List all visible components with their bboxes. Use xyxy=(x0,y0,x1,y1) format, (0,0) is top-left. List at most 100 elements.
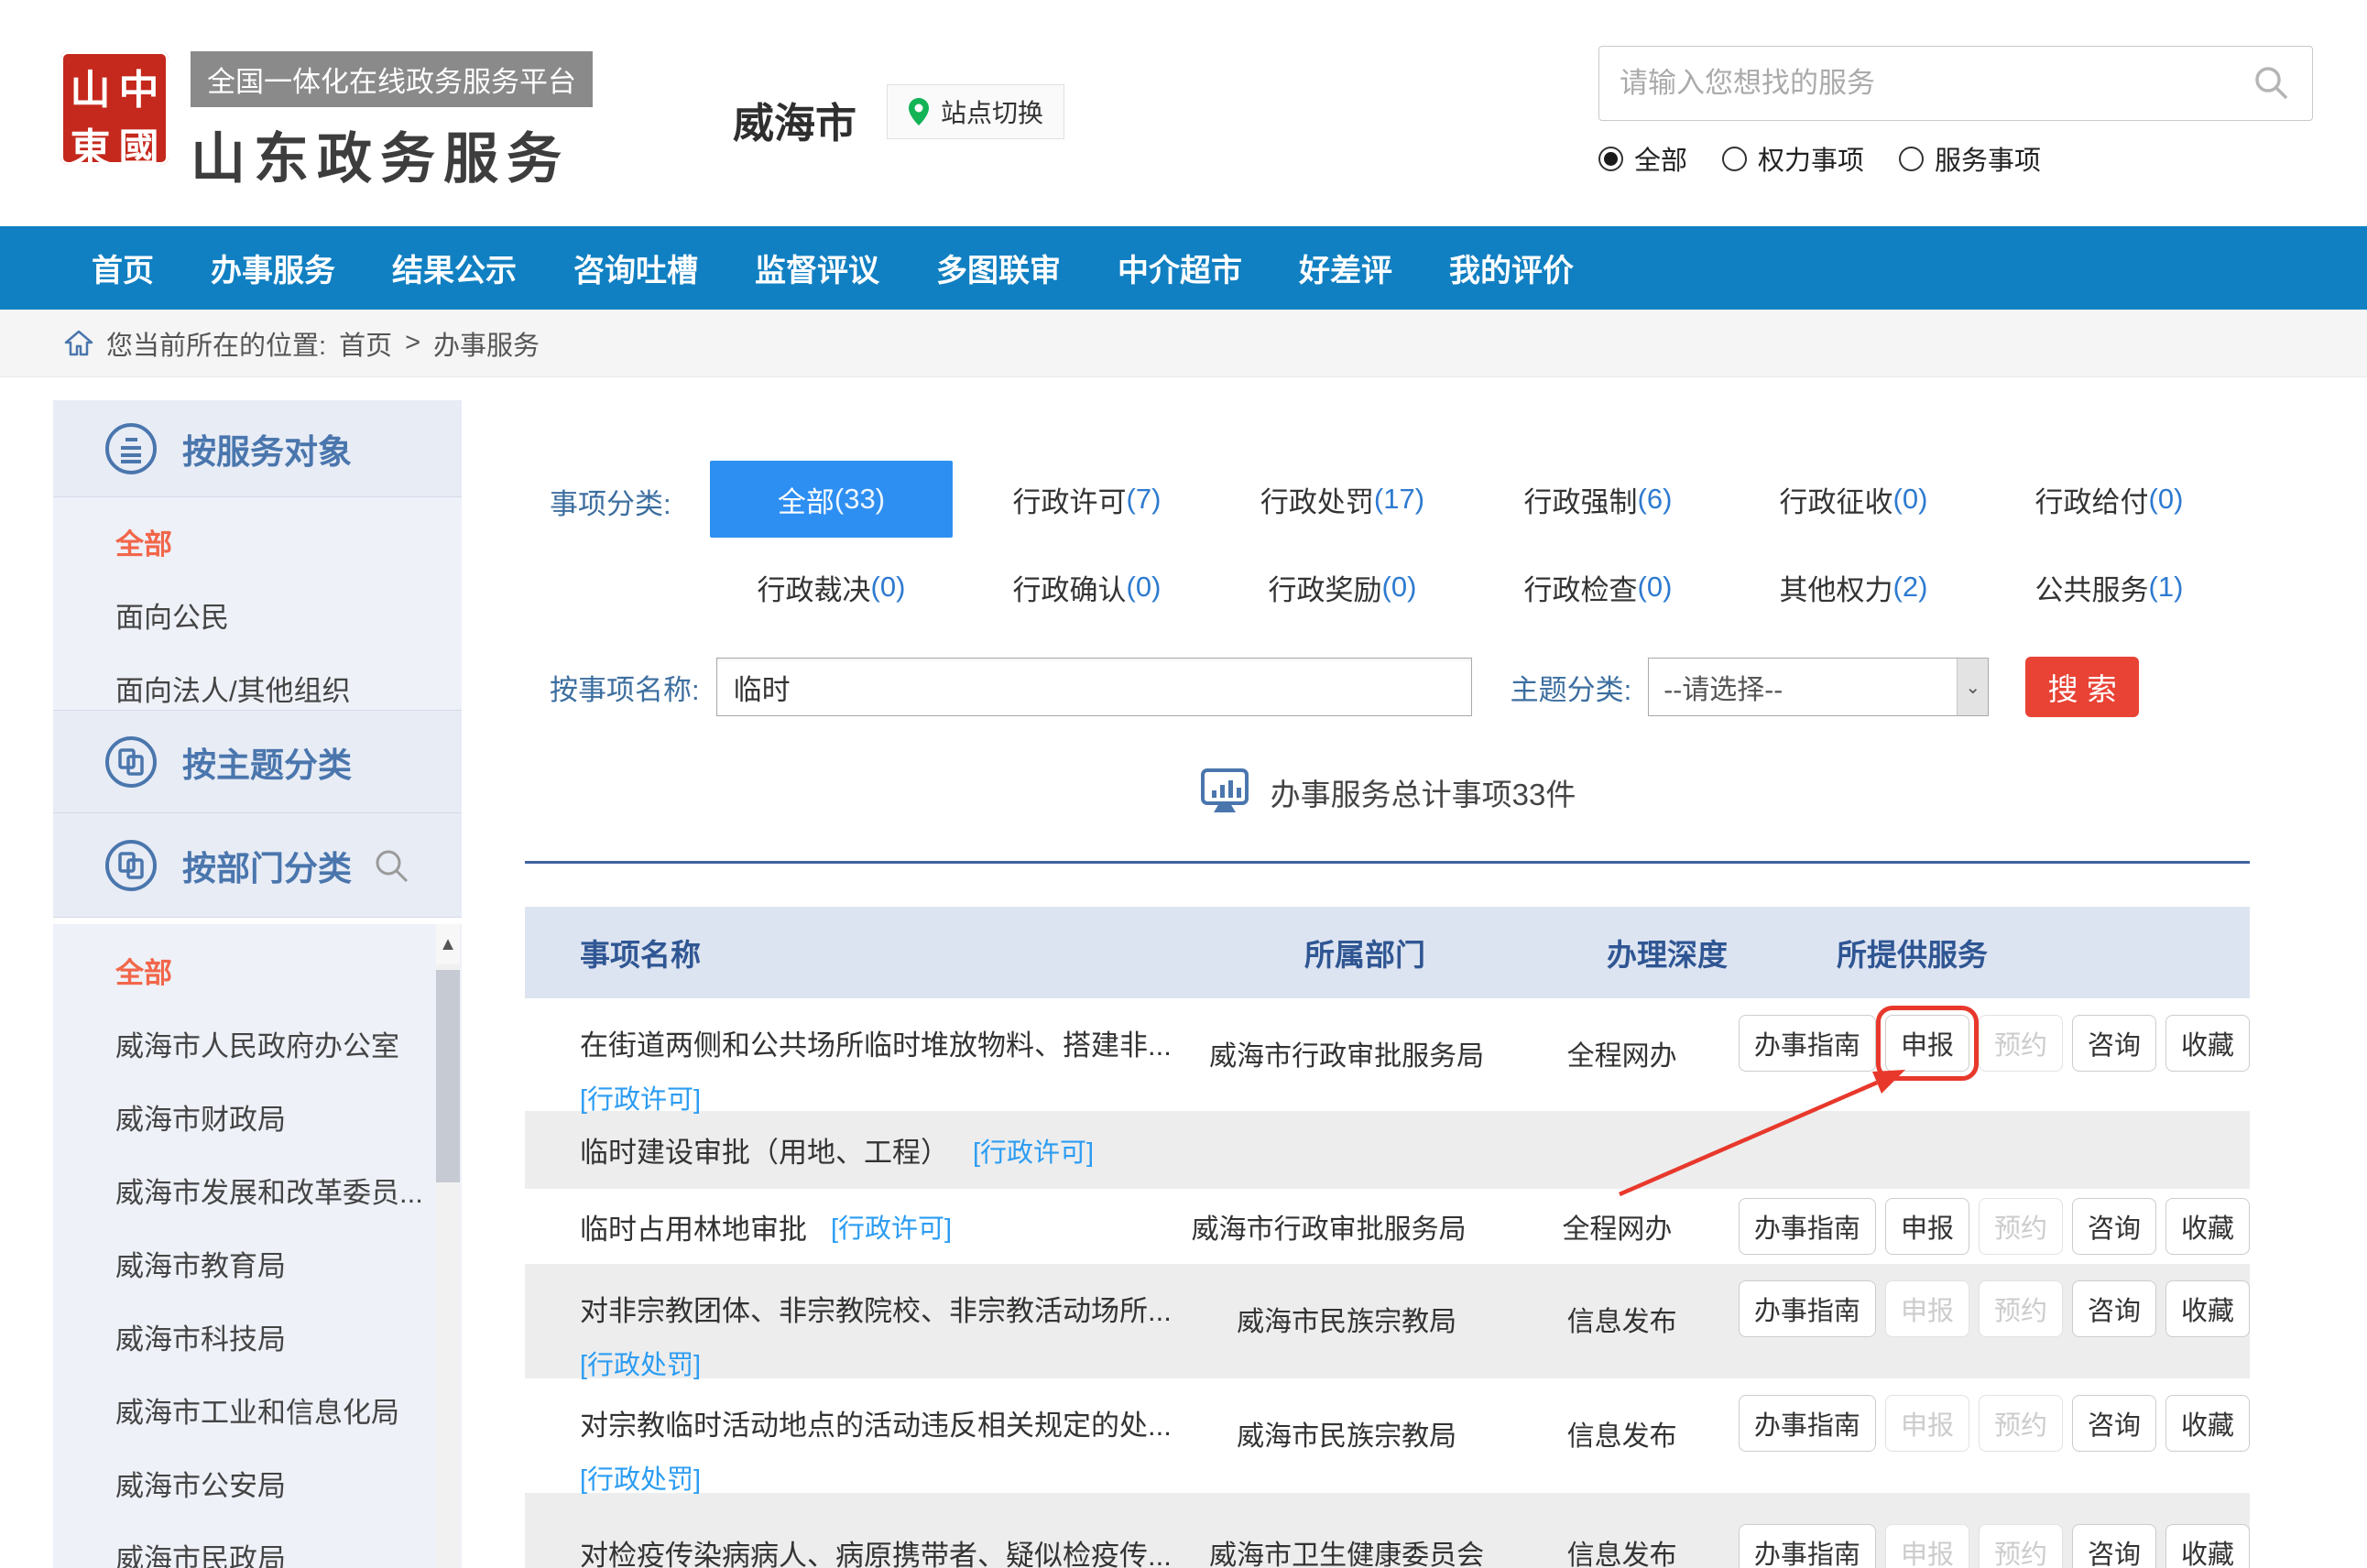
item-name-link[interactable]: 对非宗教团体、非宗教院校、非宗教活动场所... xyxy=(580,1288,1172,1329)
item-name-link[interactable]: 在街道两侧和公共场所临时堆放物料、搭建非... xyxy=(580,1022,1172,1063)
sidebar-item[interactable]: 威海市民政局 xyxy=(53,1523,462,1568)
item-name-input[interactable] xyxy=(716,658,1472,716)
item-depth: 信息发布 xyxy=(1522,1493,1722,1568)
sidebar-section-title: 按部门分类 xyxy=(182,841,352,890)
seal-char: 中 xyxy=(119,57,159,115)
item-name-cell: 临时占用林地审批 [行政许可] xyxy=(525,1189,1145,1264)
filter-tab[interactable]: 其他权力(2) xyxy=(1732,560,1975,615)
search-submit-button[interactable]: 搜 索 xyxy=(2025,657,2139,717)
scrollbar-up-arrow[interactable]: ▲ xyxy=(436,924,460,964)
filter-tab[interactable]: 行政征收(0) xyxy=(1732,461,1975,538)
sidebar-item[interactable]: 威海市公安局 xyxy=(53,1450,462,1523)
filter-tab[interactable]: 公共服务(1) xyxy=(1988,560,2231,615)
table-rows: 在街道两侧和公共场所临时堆放物料、搭建非... [行政许可] 威海市行政审批服务… xyxy=(525,998,2250,1568)
filter-tab-count: (0) xyxy=(871,571,906,604)
search-scope-radio[interactable]: 权力事项 xyxy=(1722,139,1864,178)
sidebar: 按服务对象 全部面向公民面向法人/其他组织 按主题分类 按部门分类 全部威海市 xyxy=(53,400,462,1568)
sidebar-item[interactable]: 威海市发展和改革委员... xyxy=(53,1157,462,1230)
sidebar-item[interactable]: 威海市工业和信息化局 xyxy=(53,1377,462,1450)
department-scrollbar[interactable]: ▲ xyxy=(436,924,460,1568)
search-scope-radio[interactable]: 服务事项 xyxy=(1899,139,2041,178)
nav-item[interactable]: 办事服务 xyxy=(211,245,335,290)
page: 山 中 東 國 全国一体化在线政务服务平台 山东政务服务 威海市 站点切换 xyxy=(0,0,2367,1568)
nav-item[interactable]: 多图联审 xyxy=(936,245,1061,290)
item-department: 威海市民族宗教局 xyxy=(1172,1378,1522,1493)
filter-tab[interactable]: 行政给付(0) xyxy=(1988,461,2231,538)
favorite-button[interactable]: 收藏 xyxy=(2165,1524,2250,1568)
breadcrumb-home-link[interactable]: 首页 xyxy=(339,324,392,363)
filter-tab[interactable]: 行政强制(6) xyxy=(1477,461,1719,538)
guide-button[interactable]: 办事指南 xyxy=(1739,1198,1876,1255)
search-icon[interactable] xyxy=(2252,63,2292,103)
filter-tab[interactable]: 行政处罚(17) xyxy=(1221,461,1464,538)
breadcrumb-prefix: 您当前所在的位置: xyxy=(106,324,326,363)
favorite-button[interactable]: 收藏 xyxy=(2165,1015,2250,1072)
filter-category-label: 事项分类: xyxy=(550,481,671,522)
scrollbar-thumb[interactable] xyxy=(436,970,460,1182)
filter-tab-count: (0) xyxy=(1382,571,1417,604)
filter-tab[interactable]: 行政许可(7) xyxy=(965,461,1208,538)
sidebar-item[interactable]: 威海市财政局 xyxy=(53,1083,462,1157)
sidebar-section-theme[interactable]: 按主题分类 xyxy=(53,711,462,813)
guide-button[interactable]: 办事指南 xyxy=(1739,1015,1876,1072)
filter-tab-label: 其他权力 xyxy=(1780,567,1893,608)
sidebar-item[interactable]: 面向公民 xyxy=(53,582,462,655)
item-category-link[interactable]: [行政处罚] xyxy=(580,1351,701,1380)
favorite-button[interactable]: 收藏 xyxy=(2165,1395,2250,1452)
overlap-docs-icon xyxy=(104,735,158,789)
sidebar-item[interactable]: 威海市教育局 xyxy=(53,1230,462,1303)
theme-category-label: 主题分类: xyxy=(1511,667,1632,708)
filter-tab-count: (0) xyxy=(1127,571,1162,604)
sidebar-item[interactable]: 全部 xyxy=(53,508,462,582)
consult-button[interactable]: 咨询 xyxy=(2072,1198,2156,1255)
item-category-link[interactable]: [行政许可] xyxy=(973,1131,1094,1170)
sidebar-section-department[interactable]: 按部门分类 xyxy=(53,813,462,918)
filter-tab[interactable]: 全部(33) xyxy=(710,461,953,538)
item-name-cell: 对宗教临时活动地点的活动违反相关规定的处... [行政处罚] xyxy=(525,1378,1172,1493)
item-name-link[interactable]: 对宗教临时活动地点的活动违反相关规定的处... xyxy=(580,1402,1172,1443)
guide-button[interactable]: 办事指南 xyxy=(1739,1524,1876,1568)
item-name-link[interactable]: 临时建设审批（用地、工程） xyxy=(580,1129,949,1171)
sidebar-item[interactable]: 全部 xyxy=(53,937,462,1010)
service-object-list: 全部面向公民面向法人/其他组织 xyxy=(53,497,462,711)
favorite-button[interactable]: 收藏 xyxy=(2165,1198,2250,1255)
item-actions: 办事指南 申报 预约 咨询 收藏 xyxy=(1722,1189,2250,1264)
theme-category-select[interactable]: --请选择-- ⌄ xyxy=(1648,658,1989,716)
site-switch-button[interactable]: 站点切换 xyxy=(887,84,1064,139)
filter-tab[interactable]: 行政确认(0) xyxy=(965,560,1208,615)
nav-item[interactable]: 首页 xyxy=(92,245,154,290)
item-actions: 办事指南 申报 预约 咨询 收藏 xyxy=(1722,1493,2250,1568)
nav-item[interactable]: 中介超市 xyxy=(1118,245,1242,290)
item-name-link[interactable]: 对检疫传染病病人、病原携带者、疑似检疫传... xyxy=(580,1532,1172,1568)
search-scope-radio[interactable]: 全部 xyxy=(1598,139,1687,178)
nav-item[interactable]: 结果公示 xyxy=(392,245,517,290)
guide-button[interactable]: 办事指南 xyxy=(1739,1280,1876,1337)
declare-button[interactable]: 申报 xyxy=(1885,1015,1969,1072)
item-category-link[interactable]: [行政处罚] xyxy=(580,1465,701,1495)
reserve-button: 预约 xyxy=(1979,1395,2063,1452)
global-search-input[interactable] xyxy=(1620,67,2252,100)
filter-tab[interactable]: 行政裁决(0) xyxy=(710,560,953,615)
declare-button[interactable]: 申报 xyxy=(1885,1198,1969,1255)
sidebar-item[interactable]: 威海市科技局 xyxy=(53,1303,462,1377)
filter-tab-count: (0) xyxy=(1893,483,1928,516)
filter-tab[interactable]: 行政检查(0) xyxy=(1477,560,1719,615)
favorite-button[interactable]: 收藏 xyxy=(2165,1280,2250,1337)
consult-button[interactable]: 咨询 xyxy=(2072,1395,2156,1452)
filter-tab-label: 公共服务 xyxy=(2035,567,2149,608)
nav-item[interactable]: 咨询吐槽 xyxy=(573,245,698,290)
consult-button[interactable]: 咨询 xyxy=(2072,1015,2156,1072)
sidebar-item[interactable]: 威海市人民政府办公室 xyxy=(53,1010,462,1083)
item-category-link[interactable]: [行政许可] xyxy=(831,1207,952,1246)
guide-button[interactable]: 办事指南 xyxy=(1739,1395,1876,1452)
item-name-link[interactable]: 临时占用林地审批 xyxy=(580,1206,807,1247)
consult-button[interactable]: 咨询 xyxy=(2072,1280,2156,1337)
filter-tab[interactable]: 行政奖励(0) xyxy=(1221,560,1464,615)
nav-item[interactable]: 监督评议 xyxy=(755,245,879,290)
department-search-icon[interactable] xyxy=(372,846,412,887)
nav-item[interactable]: 好差评 xyxy=(1299,245,1392,290)
sidebar-section-service-object[interactable]: 按服务对象 xyxy=(53,400,462,497)
header: 山 中 東 國 全国一体化在线政务服务平台 山东政务服务 威海市 站点切换 xyxy=(0,0,2367,226)
consult-button[interactable]: 咨询 xyxy=(2072,1524,2156,1568)
nav-item[interactable]: 我的评价 xyxy=(1449,245,1574,290)
